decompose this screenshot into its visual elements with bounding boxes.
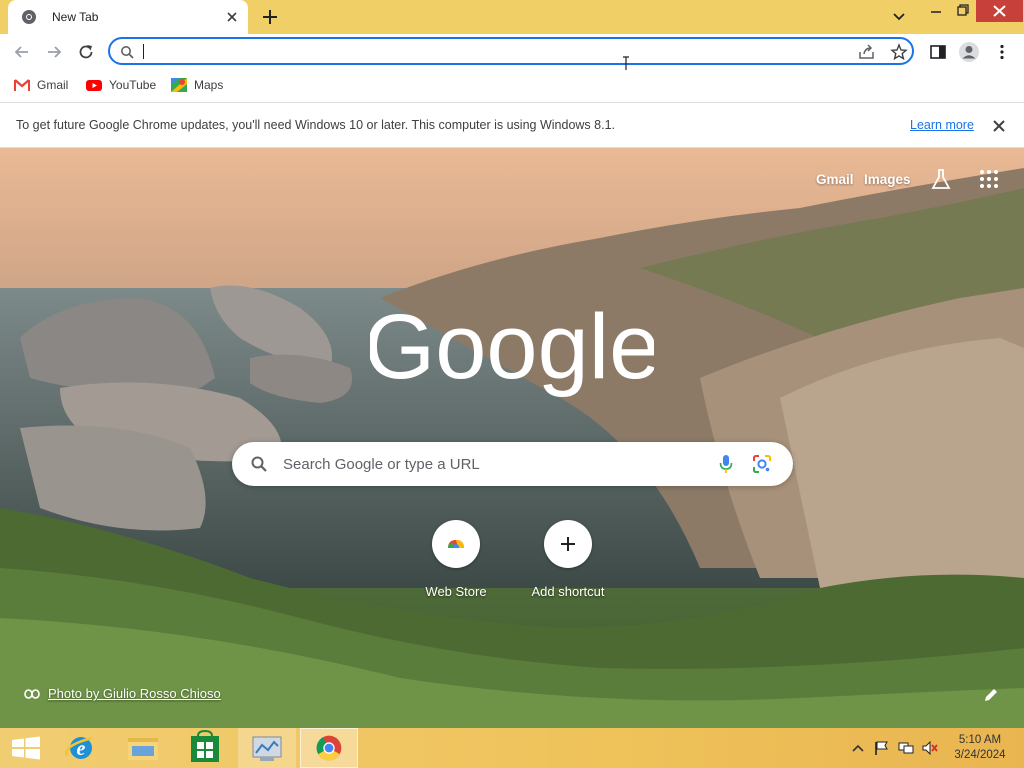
gmail-icon xyxy=(14,79,30,91)
windows-store-icon[interactable] xyxy=(176,728,234,768)
close-window-icon[interactable] xyxy=(976,0,1023,22)
infobar-message: To get future Google Chrome updates, you… xyxy=(16,118,615,132)
internet-explorer-icon[interactable]: e xyxy=(52,728,110,768)
youtube-icon xyxy=(86,80,102,91)
clock-date: 3/24/2024 xyxy=(954,749,1006,761)
tab-strip: New Tab xyxy=(0,0,1024,34)
profile-avatar-icon[interactable] xyxy=(958,41,980,63)
search-placeholder: Search Google or type a URL xyxy=(283,456,480,473)
images-link[interactable]: Images xyxy=(864,172,911,187)
bookmark-gmail[interactable]: Gmail xyxy=(14,76,68,94)
file-explorer-icon[interactable] xyxy=(114,728,172,768)
tab-search-chevron-icon[interactable] xyxy=(890,9,908,25)
browser-toolbar xyxy=(0,34,1024,70)
text-caret xyxy=(143,44,144,59)
add-shortcut-button[interactable]: Add shortcut xyxy=(520,520,616,604)
infobar-close-icon[interactable] xyxy=(992,119,1006,133)
web-store-icon xyxy=(448,540,464,551)
tab-close-icon[interactable] xyxy=(224,9,240,25)
labs-flask-icon[interactable] xyxy=(930,167,952,191)
learn-more-link[interactable]: Learn more xyxy=(910,118,974,132)
update-infobar: To get future Google Chrome updates, you… xyxy=(0,102,1024,148)
search-icon xyxy=(121,46,134,59)
more-menu-icon[interactable] xyxy=(992,42,1012,62)
link-icon xyxy=(24,688,40,699)
forward-arrow-icon[interactable] xyxy=(44,42,64,62)
shortcut-tile xyxy=(544,520,592,568)
minimize-window-icon[interactable] xyxy=(922,0,950,22)
reload-icon[interactable] xyxy=(76,42,96,62)
control-panel-icon[interactable] xyxy=(238,728,296,768)
clock-time: 5:10 AM xyxy=(958,734,1002,746)
bookmark-label: YouTube xyxy=(109,78,157,92)
new-tab-page: Gmail Images Google Search Google or typ… xyxy=(0,148,1024,728)
bookmark-star-icon[interactable] xyxy=(890,43,908,61)
restore-window-icon[interactable] xyxy=(948,0,976,22)
shortcut-web-store[interactable]: Web Store xyxy=(408,520,504,604)
bookmark-maps[interactable]: Maps xyxy=(171,76,223,94)
customize-pencil-icon[interactable] xyxy=(982,686,1000,704)
share-icon[interactable] xyxy=(858,44,876,60)
microphone-icon[interactable] xyxy=(719,454,733,474)
chrome-icon xyxy=(22,10,36,24)
plus-icon xyxy=(561,537,575,551)
shortcut-label: Add shortcut xyxy=(531,584,605,599)
photo-attribution[interactable]: Photo by Giulio Rosso Chioso xyxy=(24,686,221,701)
action-center-flag-icon[interactable] xyxy=(874,741,890,755)
gmail-link[interactable]: Gmail xyxy=(816,172,854,187)
bookmark-label: Gmail xyxy=(37,78,69,92)
background-photo xyxy=(0,148,1024,728)
volume-muted-icon[interactable] xyxy=(922,741,938,755)
address-bar[interactable] xyxy=(108,37,914,65)
windows-taskbar: e 5:10 AM 3/24/2024 xyxy=(0,728,1024,768)
ntp-search-box[interactable]: Search Google or type a URL xyxy=(232,442,793,486)
apps-grid-icon[interactable] xyxy=(979,169,999,189)
search-icon xyxy=(251,456,267,472)
new-tab-plus-icon[interactable] xyxy=(260,8,280,26)
taskbar-clock[interactable]: 5:10 AM 3/24/2024 xyxy=(948,733,1012,763)
maps-icon xyxy=(171,78,187,92)
side-panel-icon[interactable] xyxy=(928,42,948,62)
bookmark-youtube[interactable]: YouTube xyxy=(86,76,156,94)
bookmark-label: Maps xyxy=(194,78,224,92)
google-lens-icon[interactable] xyxy=(752,454,772,474)
network-icon[interactable] xyxy=(898,741,914,755)
shortcut-label: Web Store xyxy=(425,584,487,599)
google-logo: Google xyxy=(370,298,654,398)
tab-title: New Tab xyxy=(52,10,99,24)
show-hidden-icons-chevron-icon[interactable] xyxy=(850,741,866,755)
svg-text:Google: Google xyxy=(370,298,654,398)
windows-start-icon[interactable] xyxy=(0,728,58,768)
tab-new-tab[interactable]: New Tab xyxy=(8,0,248,34)
bookmarks-bar: Gmail YouTube Maps xyxy=(0,70,1024,100)
photo-credit-text: Photo by Giulio Rosso Chioso xyxy=(48,686,221,701)
shortcut-tile xyxy=(432,520,480,568)
back-arrow-icon[interactable] xyxy=(12,42,32,62)
chrome-taskbar-icon[interactable] xyxy=(300,728,358,768)
